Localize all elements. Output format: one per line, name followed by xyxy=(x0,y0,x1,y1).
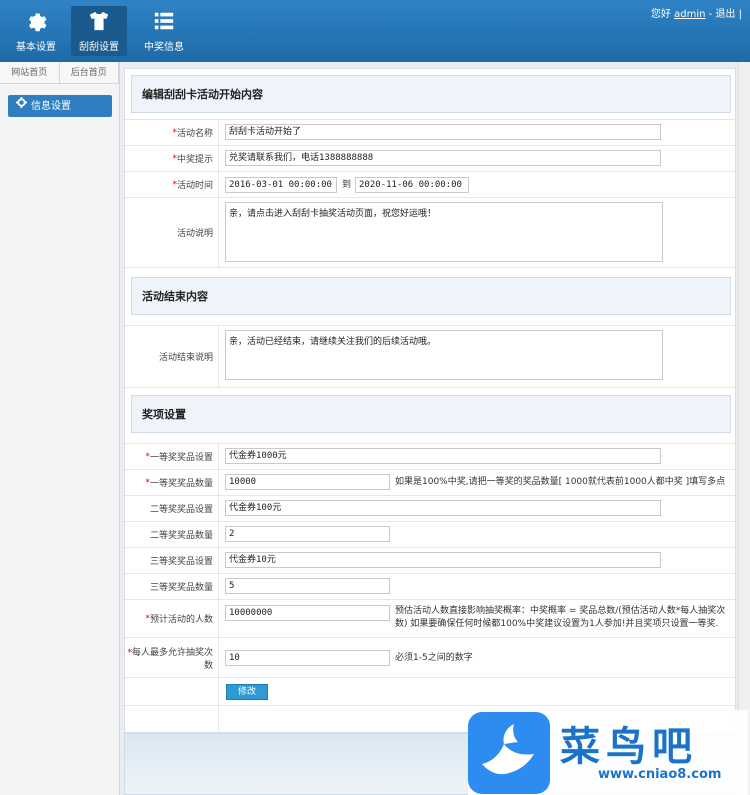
form-row: 修改 xyxy=(125,677,735,705)
field-label: 活动说明 xyxy=(176,229,213,239)
section-title-start: 编辑刮刮卡活动开始内容 xyxy=(131,75,731,113)
form-row: 活动结束说明 亲，活动已经结束，请继续关注我们的后续活动哦。 xyxy=(125,325,735,387)
form-row: * 活动名称 刮刮卡活动开始了 xyxy=(125,119,735,145)
field-label: 活动名称 xyxy=(176,129,213,139)
section-title-end: 活动结束内容 xyxy=(131,277,731,315)
first-count-hint: 如果是100%中奖,请把一等奖的奖品数量[ 1000就代表前1000人都中奖 ]… xyxy=(395,477,726,487)
nav-label: 基本设置 xyxy=(16,42,56,53)
watermark: 菜鸟吧 www.cniao8.com xyxy=(468,710,748,795)
field-label: 三等奖奖品设置 xyxy=(149,557,213,567)
field-label: 二等奖奖品设置 xyxy=(149,505,213,515)
expected-hint: 预估活动人数直接影响抽奖概率：中奖概率 = 奖品总数/(预估活动人数*每人抽奖次… xyxy=(395,606,726,629)
field-label: 一等奖奖品数量 xyxy=(149,479,213,489)
max-draws-input[interactable]: 10 xyxy=(225,650,390,666)
start-time-input[interactable]: 2016-03-01 00:00:00 xyxy=(225,177,337,193)
form-row: 二等奖奖品设置 代金券100元 xyxy=(125,495,735,521)
sidebar-tabs: 网站首页 后台首页 xyxy=(0,62,119,84)
top-bar: 基本设置 刮刮设置 中奖信息 您好 admin - 退出 | xyxy=(0,0,750,62)
nav-scratch-settings[interactable]: 刮刮设置 xyxy=(71,6,127,56)
max-draws-hint: 必须1-5之间的数字 xyxy=(395,653,473,663)
form-row: 二等奖奖品数量 2 xyxy=(125,521,735,547)
bird-logo-icon xyxy=(468,712,550,794)
field-label: 一等奖奖品设置 xyxy=(149,453,213,463)
first-prize-input[interactable]: 代金券1000元 xyxy=(225,448,661,464)
form-row: * 中奖提示 兑奖请联系我们，电话1388888888 xyxy=(125,145,735,171)
field-label: 活动结束说明 xyxy=(158,353,213,363)
sidebar-item-label: 信息设置 xyxy=(31,101,71,112)
tab-admin-home[interactable]: 后台首页 xyxy=(59,62,119,83)
divider xyxy=(125,387,735,388)
field-label: 每人最多允许抽奖次数 xyxy=(131,647,213,671)
time-to-label: 到 xyxy=(342,180,352,190)
nav-label: 中奖信息 xyxy=(144,42,184,53)
nav-winner-info[interactable]: 中奖信息 xyxy=(136,6,192,56)
separator: | xyxy=(738,9,742,20)
scrollbar[interactable] xyxy=(738,62,750,795)
form-row: 活动说明 亲，请点击进入刮刮卡抽奖活动页面，祝您好运哦！ xyxy=(125,197,735,267)
third-count-input[interactable]: 5 xyxy=(225,578,390,594)
third-prize-input[interactable]: 代金券10元 xyxy=(225,552,661,568)
section-title-prizes: 奖项设置 xyxy=(131,395,731,433)
username-link[interactable]: admin xyxy=(674,9,705,20)
brand-url: www.cniao8.com xyxy=(598,767,722,782)
second-count-input[interactable]: 2 xyxy=(225,526,390,542)
main-form: 编辑刮刮卡活动开始内容 * 活动名称 刮刮卡活动开始了 * 中奖提示 兑奖请联系我们… xyxy=(124,68,736,733)
end-desc-textarea[interactable]: 亲，活动已经结束，请继续关注我们的后续活动哦。 xyxy=(225,330,663,380)
form-row: 三等奖奖品数量 5 xyxy=(125,573,735,599)
shirt-icon xyxy=(71,10,127,36)
nav-label: 刮刮设置 xyxy=(79,42,119,53)
activity-name-input[interactable]: 刮刮卡活动开始了 xyxy=(225,124,661,140)
field-label: 三等奖奖品数量 xyxy=(149,583,213,593)
win-tip-input[interactable]: 兑奖请联系我们，电话1388888888 xyxy=(225,150,661,166)
greeting: 您好 xyxy=(650,9,671,20)
separator: - xyxy=(708,9,713,20)
gear-icon xyxy=(8,10,64,36)
brand-name: 菜鸟吧 xyxy=(560,723,698,770)
field-label: 活动时间 xyxy=(176,181,213,191)
form-row: *每人最多允许抽奖次数 10 必须1-5之间的数字 xyxy=(125,637,735,677)
second-prize-input[interactable]: 代金券100元 xyxy=(225,500,661,516)
field-label: 二等奖奖品数量 xyxy=(149,531,213,541)
logout-link[interactable]: 退出 xyxy=(715,9,735,20)
field-label: 中奖提示 xyxy=(176,155,213,165)
submit-button[interactable]: 修改 xyxy=(226,684,268,700)
end-time-input[interactable]: 2020-11-06 00:00:00 xyxy=(355,177,469,193)
tab-site-home[interactable]: 网站首页 xyxy=(0,62,60,83)
form-row: * 预计活动的人数 10000000 预估活动人数直接影响抽奖概率：中奖概率 = … xyxy=(125,599,735,637)
form-row: * 活动时间 2016-03-01 00:00:00 到 2020-11-06 0… xyxy=(125,171,735,197)
list-icon xyxy=(136,10,192,36)
first-count-input[interactable]: 10000 xyxy=(225,474,390,490)
expected-people-input[interactable]: 10000000 xyxy=(225,605,390,621)
form-row: * 一等奖奖品数量 10000 如果是100%中奖,请把一等奖的奖品数量[ 100… xyxy=(125,469,735,495)
field-label: 预计活动的人数 xyxy=(149,615,213,625)
user-bar: 您好 admin - 退出 | xyxy=(651,5,742,20)
activity-desc-textarea[interactable]: 亲，请点击进入刮刮卡抽奖活动页面，祝您好运哦！ xyxy=(225,202,663,262)
divider xyxy=(125,267,735,268)
form-row: * 一等奖奖品设置 代金券1000元 xyxy=(125,443,735,469)
form-row: 三等奖奖品设置 代金券10元 xyxy=(125,547,735,573)
gear-icon xyxy=(16,95,27,117)
nav-basic-settings[interactable]: 基本设置 xyxy=(8,6,64,56)
sidebar-item-info-settings[interactable]: 信息设置 xyxy=(8,95,112,117)
sidebar: 网站首页 后台首页 信息设置 xyxy=(0,62,120,795)
